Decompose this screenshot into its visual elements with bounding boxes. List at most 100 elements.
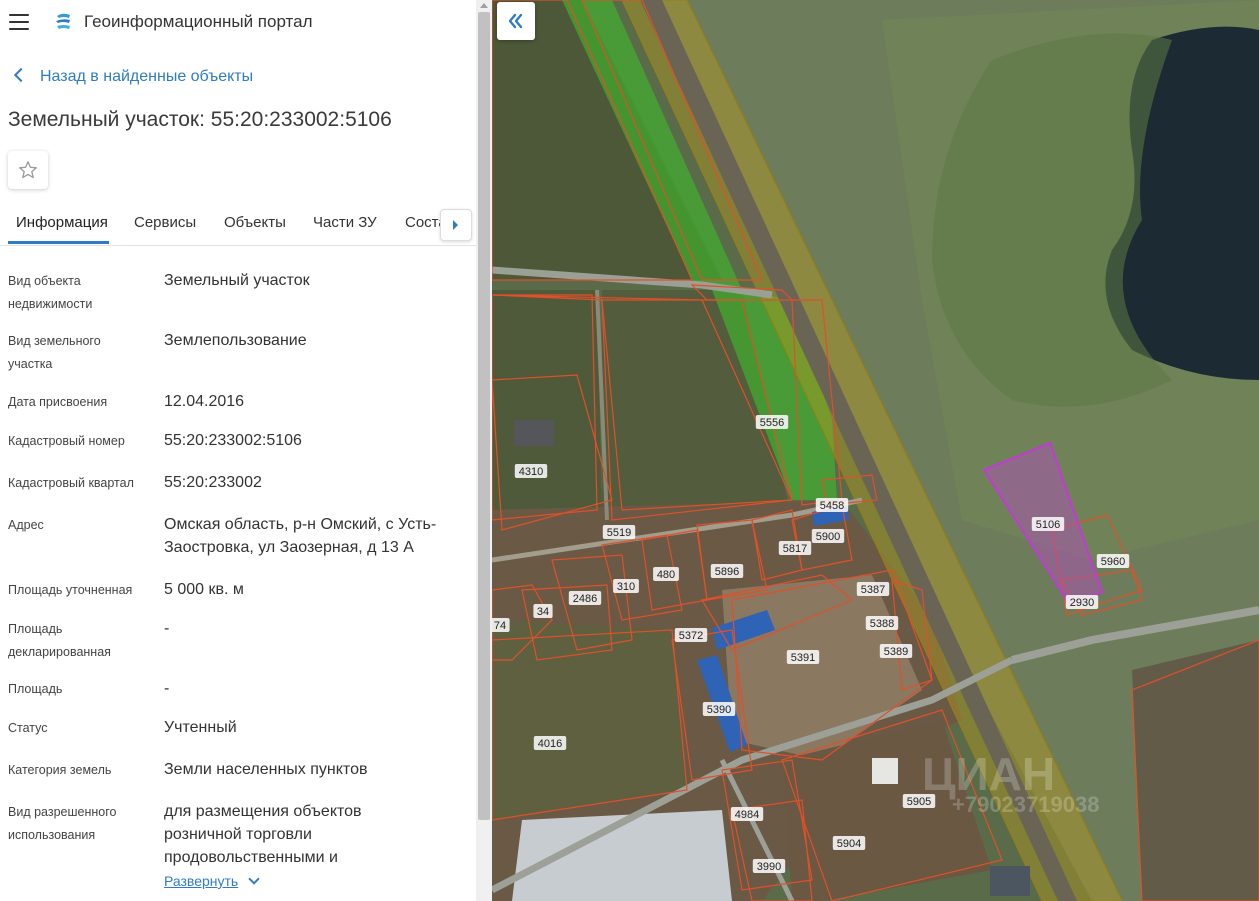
- tab-bar: Информация Сервисы Объекты Части ЗУ Сост…: [0, 200, 476, 246]
- back-to-results-link[interactable]: Назад в найденные объекты: [12, 67, 254, 86]
- parcel-label[interactable]: 2930: [1065, 595, 1099, 609]
- collapse-sidebar-button[interactable]: [497, 2, 535, 40]
- building: [990, 866, 1030, 896]
- parcel-number: 5106: [1036, 519, 1060, 531]
- parcel-number: 4984: [735, 809, 759, 821]
- parcel-label[interactable]: 5519: [602, 525, 636, 539]
- parcel-number: 34: [537, 606, 549, 618]
- tab-parcel-parts[interactable]: Части ЗУ: [313, 214, 377, 231]
- parcel-number: 5556: [760, 417, 784, 429]
- parcel-label[interactable]: 4016: [533, 736, 567, 750]
- prop-value-cadastral-quarter: 55:20:233002: [164, 474, 262, 491]
- caret-right-icon: [453, 220, 458, 230]
- tab-info[interactable]: Информация: [16, 214, 108, 231]
- prop-value-area: -: [164, 680, 170, 697]
- prop-label-object-type: Вид объекта недвижимости: [8, 274, 93, 311]
- parcel-label[interactable]: 4310: [514, 464, 548, 478]
- parcel-number: 2486: [573, 593, 597, 605]
- parcel-label[interactable]: 34: [533, 604, 553, 618]
- double-chevron-left-icon: [508, 13, 523, 29]
- building: [872, 758, 898, 784]
- map-view[interactable]: 5556 4310 5519 5458 5900 5817 5896 480 310 2486 34…: [492, 0, 1259, 901]
- tab-services[interactable]: Сервисы: [134, 214, 196, 231]
- parcel-label[interactable]: 5391: [786, 650, 820, 664]
- menu-icon[interactable]: [9, 13, 31, 31]
- parcel-label[interactable]: 5900: [811, 529, 845, 543]
- parcel-number: 5372: [679, 630, 703, 642]
- parcel-label[interactable]: 5817: [778, 541, 812, 555]
- parcel-number: 5387: [861, 584, 885, 596]
- parcel-number: 4310: [519, 466, 543, 478]
- parcel-label[interactable]: 5904: [832, 836, 866, 850]
- field-area: [1132, 640, 1259, 901]
- parcel-number: 5896: [715, 566, 739, 578]
- expand-link-label: Развернуть: [164, 873, 239, 889]
- parcel-label[interactable]: 480: [653, 567, 679, 581]
- info-sidebar: Геоинформационный портал Назад в найденн…: [0, 0, 476, 901]
- map-canvas[interactable]: 5556 4310 5519 5458 5900 5817 5896 480 310 2486 34…: [492, 0, 1259, 901]
- scroll-up-arrow-icon[interactable]: [480, 3, 488, 8]
- parcel-number: 4016: [538, 738, 562, 750]
- parcel-number: 5519: [607, 527, 631, 539]
- parcel-number: 74: [494, 620, 506, 632]
- prop-label-parcel-type: Вид земельного участка: [8, 334, 101, 371]
- parcel-number: 5900: [816, 531, 840, 543]
- prop-value-permitted-use: для размещения объектов розничной торгов…: [164, 803, 362, 866]
- chevron-down-icon: [248, 873, 260, 885]
- parcel-label[interactable]: 5388: [865, 616, 899, 630]
- top-bar: Геоинформационный портал: [0, 0, 476, 44]
- parcel-number: 5960: [1101, 556, 1125, 568]
- prop-value-cadastral-number: 55:20:233002:5106: [164, 432, 302, 449]
- parcel-label[interactable]: 2486: [568, 591, 602, 605]
- parcel-label[interactable]: 5387: [856, 582, 890, 596]
- field-area: [492, 290, 602, 510]
- parcel-label[interactable]: 5896: [710, 564, 744, 578]
- tabs-scroll-right-button[interactable]: [440, 209, 472, 241]
- parcel-label[interactable]: 5960: [1096, 554, 1130, 568]
- parcel-number: 310: [617, 581, 635, 593]
- prop-label-area-refined: Площадь уточненная: [8, 583, 133, 597]
- prop-value-address: Омская область, р-н Омский, с Усть-Заост…: [164, 516, 437, 556]
- prop-value-parcel-type: Землепользование: [164, 332, 307, 349]
- parcel-number: 5389: [884, 646, 908, 658]
- active-tab-indicator: [8, 241, 109, 244]
- back-link-label: Назад в найденные объекты: [40, 68, 254, 85]
- parcel-label[interactable]: 5106: [1031, 517, 1065, 531]
- parcel-number: 5391: [791, 652, 815, 664]
- portal-logo-icon: [53, 12, 73, 32]
- parcel-label[interactable]: 5556: [755, 415, 789, 429]
- prop-value-area-refined: 5 000 кв. м: [164, 581, 244, 598]
- parcel-label[interactable]: 5389: [879, 644, 913, 658]
- star-icon: [19, 161, 37, 179]
- prop-value-object-type: Земельный участок: [164, 272, 310, 289]
- prop-label-cadastral-quarter: Кадастровый квартал: [8, 476, 134, 490]
- parcel-label[interactable]: 74: [492, 618, 510, 632]
- prop-label-permitted-use: Вид разрешенного использования: [8, 805, 117, 842]
- expand-link[interactable]: Развернуть: [164, 873, 260, 889]
- prop-label-area: Площадь: [8, 682, 63, 696]
- prop-value-area-declared: -: [164, 620, 170, 637]
- parcel-number: 5817: [783, 543, 807, 555]
- favorite-button[interactable]: [8, 151, 48, 189]
- prop-label-status: Статус: [8, 721, 48, 735]
- prop-label-cadastral-number: Кадастровый номер: [8, 434, 125, 448]
- prop-label-area-declared: Площадь декларированная: [8, 622, 111, 659]
- page-title: Земельный участок: 55:20:233002:5106: [8, 108, 392, 131]
- sidebar-scrollbar-thumb[interactable]: [478, 12, 490, 820]
- parcel-number: 480: [657, 569, 675, 581]
- parcel-label[interactable]: 5390: [702, 702, 736, 716]
- parcel-label[interactable]: 5372: [674, 628, 708, 642]
- parcel-number: 5904: [837, 838, 861, 850]
- prop-value-land-category: Земли населенных пунктов: [164, 761, 368, 778]
- parcel-label[interactable]: 3990: [752, 859, 786, 873]
- tab-objects[interactable]: Объекты: [224, 214, 286, 231]
- chevron-left-icon: [13, 67, 29, 83]
- parcel-number: 5458: [820, 500, 844, 512]
- portal-title: Геоинформационный портал: [84, 12, 313, 31]
- prop-label-assign-date: Дата присвоения: [8, 395, 108, 409]
- prop-label-land-category: Категория земель: [8, 763, 112, 777]
- parcel-label[interactable]: 5458: [815, 498, 849, 512]
- parcel-label[interactable]: 4984: [730, 807, 764, 821]
- watermark-phone: +79023719038: [952, 792, 1099, 817]
- parcel-label[interactable]: 310: [613, 579, 639, 593]
